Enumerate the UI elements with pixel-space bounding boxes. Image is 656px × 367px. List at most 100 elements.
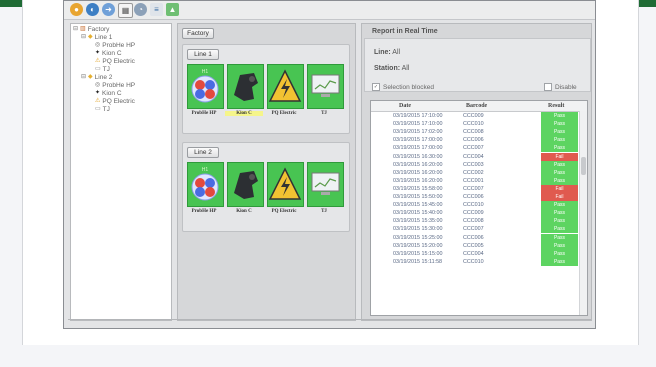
cell-result: Fail [541, 184, 578, 193]
tree-line-label: Line 2 [94, 74, 113, 81]
status-bar [68, 319, 591, 328]
arrow-icon[interactable]: ➜ [102, 3, 115, 16]
machine-icon: ✦ [95, 90, 101, 96]
table-row[interactable]: 03/19/2015 15:30:00 CCC007 Pass [371, 225, 579, 234]
line-1-button[interactable]: Line 1 [187, 49, 219, 60]
cell-barcode: CCC002 [463, 169, 484, 176]
tree-station[interactable]: ▭ TJ [95, 66, 110, 73]
selection-blocked-checkbox[interactable]: ✓ Selection blocked [372, 83, 434, 91]
sphere-icon: ◎ [95, 82, 101, 88]
cell-barcode: CCC003 [463, 161, 484, 168]
table-row[interactable]: 03/19/2015 17:10:00 CCC010 Pass [371, 120, 579, 129]
column-header-date[interactable]: Date [399, 103, 411, 109]
tree-station[interactable]: ✦ Kion C [95, 90, 122, 97]
line-2-group: Line 2 H1 ProbHe HP Kion C PQ Electric T… [182, 142, 350, 232]
folder-icon[interactable]: ▲ [166, 3, 179, 16]
cell-result: Pass [541, 233, 578, 242]
column-header-barcode[interactable]: Barcode [466, 103, 487, 109]
cell-barcode: CCC004 [463, 153, 484, 160]
table-row[interactable]: 03/19/2015 15:35:00 CCC008 Pass [371, 217, 579, 226]
tile-badge: H1 [202, 69, 209, 75]
sphere-icon: ◎ [95, 42, 101, 48]
collapse-icon[interactable]: ⊟ [81, 74, 86, 81]
table-row[interactable]: 03/19/2015 17:02:00 CCC008 Pass [371, 128, 579, 137]
checkbox-unchecked-icon[interactable] [544, 83, 552, 91]
station-tile-pq[interactable] [267, 162, 304, 207]
table-scrollbar[interactable] [579, 111, 587, 315]
results-table: Date Barcode Result 03/19/2015 17:10:00 C… [370, 100, 588, 316]
cell-result: Fail [541, 193, 578, 202]
checkbox-checked-icon[interactable]: ✓ [372, 83, 380, 91]
collapse-icon[interactable]: ⊟ [73, 26, 78, 33]
table-row[interactable]: 03/19/2015 15:40:00 CCC009 Pass [371, 209, 579, 218]
factory-tree: ⊟ ▥ Factory ⊟ ◆ Line 1 ◎ ProbHe HP ✦ Kion … [70, 23, 172, 321]
calendar-icon[interactable]: ▦ [118, 3, 133, 18]
table-row[interactable]: 03/19/2015 16:30:00 CCC004 Fail [371, 152, 579, 161]
gauge-icon[interactable]: ◔ [134, 3, 147, 16]
cell-barcode: CCC007 [463, 226, 484, 233]
column-header-result[interactable]: Result [548, 103, 564, 109]
cell-date: 03/19/2015 16:20:00 [393, 169, 443, 176]
tree-station[interactable]: ◎ ProbHe HP [95, 42, 135, 49]
table-row[interactable]: 03/19/2015 17:00:00 CCC006 Pass [371, 136, 579, 145]
disable-checkbox[interactable]: Disable [544, 83, 577, 91]
cell-result: Pass [541, 209, 578, 218]
disable-label: Disable [555, 83, 577, 91]
station-tile-kion[interactable] [227, 64, 264, 109]
table-row[interactable]: 03/19/2015 15:58:00 CCC007 Fail [371, 184, 579, 193]
tree-station[interactable]: ✦ Kion C [95, 50, 122, 57]
cell-barcode: CCC006 [463, 234, 484, 241]
tree-line-2[interactable]: ⊟ ◆ Line 2 [81, 74, 112, 81]
tree-station-label: TJ [102, 106, 110, 113]
station-tile-pq[interactable] [267, 64, 304, 109]
table-row[interactable]: 03/19/2015 15:25:00 CCC006 Pass [371, 233, 579, 242]
station-tile-tj[interactable] [307, 162, 344, 207]
toolbar: ● ◐ ➜ ▦ ◔ ≡ ▲ [64, 1, 595, 20]
list-icon[interactable]: ≡ [150, 3, 163, 16]
tree-station[interactable]: ⚠ PQ Electric [95, 58, 135, 65]
line-2-button[interactable]: Line 2 [187, 147, 219, 158]
table-row[interactable]: 03/19/2015 17:10:00 CCC009 Pass [371, 112, 579, 121]
scrollbar-thumb[interactable] [581, 157, 586, 175]
station-tile-probhe[interactable]: H1 [187, 64, 224, 109]
tree-station[interactable]: ⚠ PQ Electric [95, 98, 135, 105]
station-tile-kion[interactable] [227, 162, 264, 207]
table-row[interactable]: 03/19/2015 16:20:00 CCC003 Pass [371, 160, 579, 169]
table-row[interactable]: 03/19/2015 16:20:00 CCC002 Pass [371, 168, 579, 177]
monitor-icon [311, 74, 340, 97]
machine-icon: ✦ [95, 50, 101, 56]
table-row[interactable]: 03/19/2015 15:20:00 CCC005 Pass [371, 241, 579, 250]
cell-barcode: CCC010 [463, 202, 484, 209]
factory-button[interactable]: Factory [182, 28, 214, 39]
cell-date: 03/19/2015 15:20:00 [393, 242, 443, 249]
cell-date: 03/19/2015 15:15:00 [393, 250, 443, 257]
station-tile-tj[interactable] [307, 64, 344, 109]
cell-date: 03/19/2015 15:25:00 [393, 234, 443, 241]
table-row[interactable]: 03/19/2015 15:50:00 CCC006 Fail [371, 193, 579, 202]
users-icon[interactable]: ● [70, 3, 83, 16]
table-row[interactable]: 03/19/2015 16:20:00 CCC001 Pass [371, 176, 579, 185]
table-row[interactable]: 03/19/2015 17:00:00 CCC007 Pass [371, 144, 579, 153]
tree-station[interactable]: ◎ ProbHe HP [95, 82, 135, 89]
cell-barcode: CCC007 [463, 185, 484, 192]
tree-station[interactable]: ▭ TJ [95, 106, 110, 113]
collapse-icon[interactable]: ⊟ [81, 34, 86, 41]
line-icon: ◆ [88, 74, 93, 80]
globe-icon[interactable]: ◐ [86, 3, 99, 16]
cell-barcode: CCC008 [463, 218, 484, 225]
cell-barcode: CCC006 [463, 137, 484, 144]
tree-line-1[interactable]: ⊟ ◆ Line 1 [81, 34, 112, 41]
factory-icon: ▥ [80, 26, 86, 32]
tree-root[interactable]: ⊟ ▥ Factory [73, 26, 109, 33]
station-filter-label: Station: [374, 65, 401, 72]
station-tile-probhe[interactable]: H1 [187, 162, 224, 207]
tile-label: Kion C [236, 209, 252, 214]
cell-date: 03/19/2015 17:10:00 [393, 121, 443, 128]
table-row[interactable]: 03/19/2015 15:15:00 CCC004 Pass [371, 249, 579, 258]
table-header: Date Barcode Result [371, 101, 587, 112]
table-row[interactable]: 03/19/2015 15:11:58 CCC010 Pass [371, 257, 579, 266]
table-row[interactable]: 03/19/2015 15:45:00 CCC010 Pass [371, 201, 579, 210]
station-filter-value: All [401, 65, 410, 72]
tile-badge: H1 [202, 167, 209, 173]
app-window: ● ◐ ➜ ▦ ◔ ≡ ▲ ⊟ ▥ Factory ⊟ ◆ Line 1 ◎ Pr… [63, 0, 596, 329]
